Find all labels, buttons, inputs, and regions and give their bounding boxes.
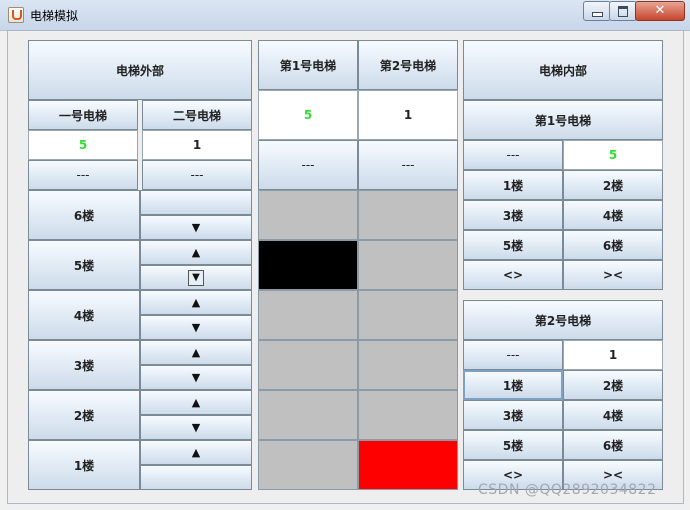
up-arrow-icon: ▲ [191, 346, 201, 359]
e1-floor-2-button[interactable]: 2楼 [563, 170, 663, 200]
e1-floor-4-button[interactable]: 4楼 [563, 200, 663, 230]
window-title: 电梯模拟 [30, 9, 79, 23]
shaft2-floor-4-cell [358, 290, 458, 340]
down-arrow-icon: ▼ [188, 269, 204, 286]
watermark: CSDN @QQ2892034822 [478, 482, 657, 498]
down-arrow-icon: ▼ [191, 421, 201, 434]
elevator1-label[interactable]: 一号电梯 [28, 100, 138, 130]
shaft2-floor-2-cell [358, 390, 458, 440]
shaft2-floor-3-cell [358, 340, 458, 390]
up-arrow-icon: ▲ [191, 246, 201, 259]
shaft2-floor-5-cell [358, 240, 458, 290]
e2-floor-1-button[interactable]: 1楼 [463, 370, 563, 400]
down-arrow-icon: ▼ [191, 221, 201, 234]
floor-5-label[interactable]: 5楼 [28, 240, 140, 290]
inside-e2-floor-display: 1 [563, 340, 663, 370]
down-arrow-icon: ▼ [191, 321, 201, 334]
up-arrow-icon: ▲ [191, 296, 201, 309]
shaft2-floor-display: 1 [358, 90, 458, 140]
inside-e1-floor-display: 5 [563, 140, 663, 170]
floor-3-label[interactable]: 3楼 [28, 340, 140, 390]
e1-floor-1-button[interactable]: 1楼 [463, 170, 563, 200]
outside-header[interactable]: 电梯外部 [28, 40, 252, 100]
e1-floor-6-button[interactable]: 6楼 [563, 230, 663, 260]
floor-6-label[interactable]: 6楼 [28, 190, 140, 240]
shaft2-floor-1-cell [358, 440, 458, 490]
e1-open-door-button[interactable]: <> [463, 260, 563, 290]
up-arrow-icon: ▲ [191, 446, 201, 459]
close-button[interactable] [635, 1, 685, 21]
shaft1-floor-1-cell [258, 440, 358, 490]
floor-4-label[interactable]: 4楼 [28, 290, 140, 340]
e2-floor-4-button[interactable]: 4楼 [563, 400, 663, 430]
floor-2-label[interactable]: 2楼 [28, 390, 140, 440]
floor-5-up-button[interactable]: ▲ [140, 240, 252, 265]
shaft2-header[interactable]: 第2号电梯 [358, 40, 458, 90]
floor-1-down-button[interactable] [140, 465, 252, 490]
floor-6-down-button[interactable]: ▼ [140, 215, 252, 240]
maximize-button[interactable] [609, 1, 637, 21]
shaft1-floor-4-cell [258, 290, 358, 340]
e1-floor-5-button[interactable]: 5楼 [463, 230, 563, 260]
shaft1-status[interactable]: --- [258, 140, 358, 190]
elevator1-floor-display: 5 [28, 130, 138, 160]
java-app-icon [8, 7, 24, 23]
floor-5-down-button[interactable]: ▼ [140, 265, 252, 290]
inside-header[interactable]: 电梯内部 [463, 40, 663, 100]
elevator2-status[interactable]: --- [142, 160, 252, 190]
floor-6-up-button[interactable] [140, 190, 252, 215]
shaft1-floor-3-cell [258, 340, 358, 390]
shaft1-floor-2-cell [258, 390, 358, 440]
elevator2-label[interactable]: 二号电梯 [142, 100, 252, 130]
shaft1-header[interactable]: 第1号电梯 [258, 40, 358, 90]
elevator2-floor-display: 1 [142, 130, 252, 160]
e2-floor-6-button[interactable]: 6楼 [563, 430, 663, 460]
inside-e1-header[interactable]: 第1号电梯 [463, 100, 663, 140]
shaft2-status[interactable]: --- [358, 140, 458, 190]
floor-2-up-button[interactable]: ▲ [140, 390, 252, 415]
title-bar: 电梯模拟 [0, 0, 690, 31]
floor-3-down-button[interactable]: ▼ [140, 365, 252, 390]
inside-e2-header[interactable]: 第2号电梯 [463, 300, 663, 340]
e2-floor-2-button[interactable]: 2楼 [563, 370, 663, 400]
shaft2-floor-6-cell [358, 190, 458, 240]
shaft1-floor-display: 5 [258, 90, 358, 140]
up-arrow-icon: ▲ [191, 396, 201, 409]
e1-close-door-button[interactable]: >< [563, 260, 663, 290]
floor-4-up-button[interactable]: ▲ [140, 290, 252, 315]
e2-floor-3-button[interactable]: 3楼 [463, 400, 563, 430]
down-arrow-icon: ▼ [191, 371, 201, 384]
inside-e1-status[interactable]: --- [463, 140, 563, 170]
shaft1-floor-5-cell [258, 240, 358, 290]
e1-floor-3-button[interactable]: 3楼 [463, 200, 563, 230]
elevator1-status[interactable]: --- [28, 160, 138, 190]
floor-1-label[interactable]: 1楼 [28, 440, 140, 490]
shaft1-floor-6-cell [258, 190, 358, 240]
e2-floor-5-button[interactable]: 5楼 [463, 430, 563, 460]
floor-3-up-button[interactable]: ▲ [140, 340, 252, 365]
floor-4-down-button[interactable]: ▼ [140, 315, 252, 340]
minimize-button[interactable] [583, 1, 611, 21]
floor-2-down-button[interactable]: ▼ [140, 415, 252, 440]
floor-1-up-button[interactable]: ▲ [140, 440, 252, 465]
inside-e2-status[interactable]: --- [463, 340, 563, 370]
